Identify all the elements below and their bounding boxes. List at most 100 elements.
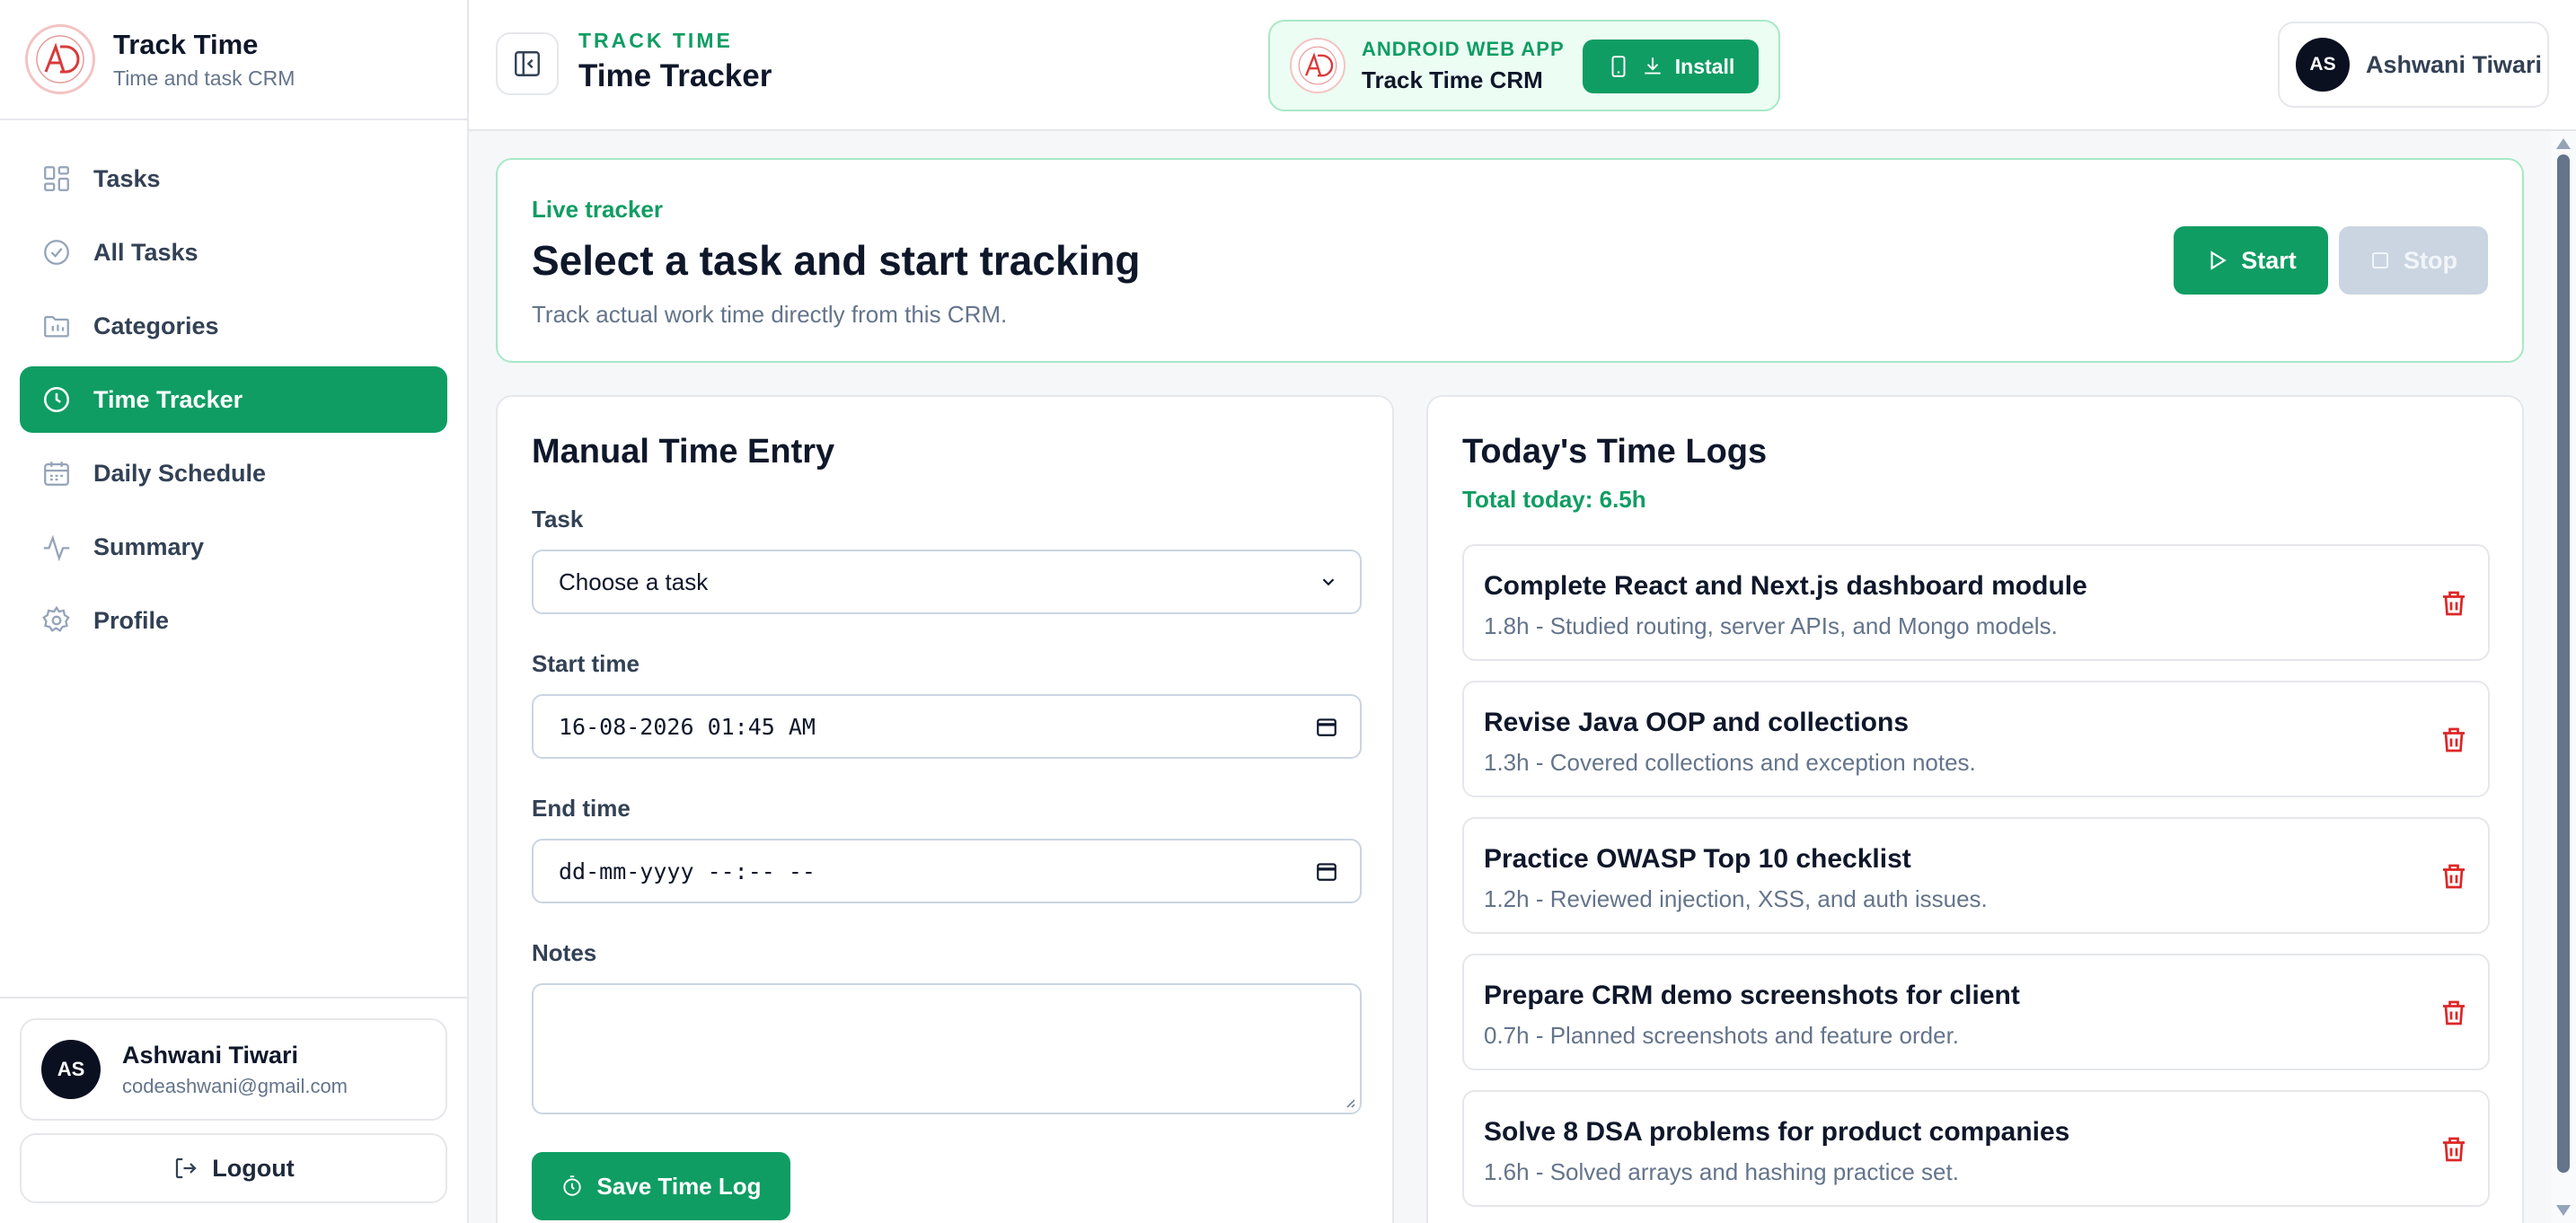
sidebar-item-summary[interactable]: Summary [20, 514, 447, 580]
trash-icon[interactable] [2438, 724, 2470, 756]
end-time-placeholder: dd-mm-yyyy --:-- -- [559, 858, 816, 884]
page-scrollbar[interactable] [2551, 131, 2576, 1223]
end-time-label: End time [532, 795, 631, 822]
sidebar-item-label: Profile [93, 606, 170, 634]
install-button[interactable]: Install [1583, 40, 1759, 93]
start-time-value: 16-08-2026 01:45 AM [559, 713, 816, 740]
sidebar-nav: Tasks All Tasks Categories Time Tracker … [0, 120, 467, 654]
brand-logo [25, 24, 95, 94]
avatar: AS [41, 1040, 101, 1099]
todays-time-logs-card: Today's Time Logs Total today: 6.5h Comp… [1426, 395, 2524, 1223]
sidebar-item-label: Summary [93, 532, 205, 560]
sidebar-item-all-tasks[interactable]: All Tasks [20, 219, 447, 286]
log-title: Complete React and Next.js dashboard mod… [1484, 571, 2087, 601]
calendar-picker-icon[interactable] [1315, 715, 1338, 738]
header-user-name: Ashwani Tiwari [2366, 50, 2543, 78]
start-time-input[interactable]: 16-08-2026 01:45 AM [532, 694, 1362, 759]
start-time-label: Start time [532, 650, 640, 677]
trash-icon[interactable] [2438, 587, 2470, 620]
gear-icon [40, 603, 74, 638]
sidebar-item-daily-schedule[interactable]: Daily Schedule [20, 440, 447, 506]
sidebar-item-profile[interactable]: Profile [20, 587, 447, 654]
logout-label: Logout [212, 1154, 295, 1182]
log-title: Revise Java OOP and collections [1484, 708, 1909, 737]
install-label: Install [1674, 54, 1735, 78]
log-description: 1.8h - Studied routing, server APIs, and… [1484, 612, 2058, 639]
list-item: Complete React and Next.js dashboard mod… [1462, 544, 2490, 661]
check-circle-icon [40, 235, 74, 269]
logout-button[interactable]: Logout [20, 1133, 447, 1203]
trash-icon[interactable] [2438, 997, 2470, 1029]
stop-label: Stop [2404, 246, 2457, 274]
log-description: 1.6h - Solved arrays and hashing practic… [1484, 1158, 1959, 1185]
log-description: 1.2h - Reviewed injection, XSS, and auth… [1484, 885, 1988, 912]
header-user-menu[interactable]: AS Ashwani Tiwari [2278, 22, 2549, 108]
avatar: AS [2296, 38, 2350, 92]
play-icon [2210, 251, 2227, 270]
trash-icon[interactable] [2438, 860, 2470, 893]
scroll-down-arrow[interactable] [2556, 1205, 2571, 1216]
brand: Track Time Time and task CRM [0, 0, 467, 120]
manual-entry-title: Manual Time Entry [532, 433, 835, 471]
android-app-banner: ANDROID WEB APP Track Time CRM Install [1268, 20, 1780, 111]
live-tracker-subtitle: Track actual work time directly from thi… [532, 301, 1008, 328]
scroll-up-arrow[interactable] [2556, 138, 2571, 149]
save-time-log-button[interactable]: Save Time Log [532, 1152, 790, 1220]
stop-button[interactable]: Stop [2339, 226, 2488, 295]
end-time-input[interactable]: dd-mm-yyyy --:-- -- [532, 839, 1362, 903]
task-select-value: Choose a task [559, 568, 709, 595]
sidebar-footer: AS Ashwani Tiwari codeashwani@gmail.com … [0, 997, 467, 1223]
logout-icon [176, 1157, 197, 1179]
trash-icon[interactable] [2438, 1133, 2470, 1166]
log-description: 0.7h - Planned screenshots and feature o… [1484, 1022, 1960, 1049]
notes-textarea[interactable] [532, 983, 1362, 1114]
sidebar-item-tasks[interactable]: Tasks [20, 145, 447, 212]
header-eyebrow: TRACK TIME [578, 29, 733, 52]
live-tracker-eyebrow: Live tracker [532, 196, 663, 223]
task-label: Task [532, 506, 584, 532]
calendar-picker-icon[interactable] [1315, 859, 1338, 883]
sidebar-toggle-button[interactable] [496, 32, 559, 95]
activity-icon [40, 530, 74, 564]
banner-logo [1290, 38, 1345, 93]
banner-eyebrow: ANDROID WEB APP [1362, 37, 1565, 60]
sidebar-item-time-tracker[interactable]: Time Tracker [20, 366, 447, 433]
brand-title: Track Time [113, 28, 259, 60]
banner-title: Track Time CRM [1362, 66, 1543, 93]
download-icon [1645, 57, 1661, 75]
calendar-icon [40, 456, 74, 490]
list-item: Solve 8 DSA problems for product compani… [1462, 1090, 2490, 1207]
log-title: Prepare CRM demo screenshots for client [1484, 981, 2020, 1010]
sidebar: Track Time Time and task CRM Tasks All T… [0, 0, 469, 1223]
page-title: Time Tracker [578, 58, 772, 93]
time-logs-title: Today's Time Logs [1462, 433, 1768, 471]
live-tracker-card: Live tracker Select a task and start tra… [496, 158, 2524, 363]
time-log-list: Complete React and Next.js dashboard mod… [1462, 544, 2490, 1207]
log-description: 1.3h - Covered collections and exception… [1484, 749, 1976, 776]
start-button[interactable]: Start [2174, 226, 2328, 295]
start-label: Start [2241, 246, 2297, 274]
log-title: Solve 8 DSA problems for product compani… [1484, 1117, 2070, 1147]
user-email: codeashwani@gmail.com [122, 1074, 348, 1097]
list-item: Prepare CRM demo screenshots for client … [1462, 954, 2490, 1070]
scroll-thumb[interactable] [2557, 154, 2570, 1173]
clock-icon [40, 383, 74, 417]
sidebar-item-label: Tasks [93, 164, 161, 192]
sidebar-item-categories[interactable]: Categories [20, 293, 447, 359]
user-card[interactable]: AS Ashwani Tiwari codeashwani@gmail.com [20, 1018, 447, 1121]
grid-icon [40, 162, 74, 196]
phone-icon [1611, 56, 1626, 77]
notes-label: Notes [532, 939, 597, 966]
log-title: Practice OWASP Top 10 checklist [1484, 844, 1911, 874]
sidebar-collapse-icon [515, 51, 540, 76]
sidebar-item-label: Categories [93, 312, 219, 339]
resize-handle-icon[interactable] [1342, 1095, 1356, 1109]
stop-icon [2372, 252, 2388, 268]
manual-time-entry-card: Manual Time Entry Task Choose a task Sta… [496, 395, 1394, 1223]
chevron-down-icon [1322, 578, 1335, 586]
sidebar-item-label: Time Tracker [93, 385, 243, 413]
top-header: TRACK TIME Time Tracker ANDROID WEB APP … [469, 0, 2576, 131]
task-select[interactable]: Choose a task [532, 550, 1362, 614]
sidebar-item-label: All Tasks [93, 238, 198, 266]
total-today: Total today: 6.5h [1462, 486, 1646, 513]
